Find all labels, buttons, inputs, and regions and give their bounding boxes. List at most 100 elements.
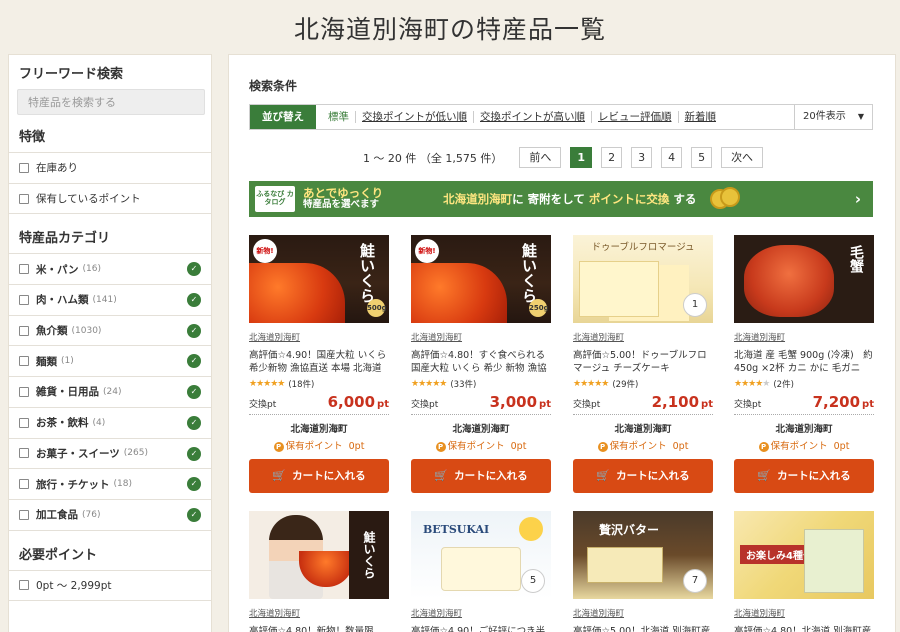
- checkbox[interactable]: [19, 580, 29, 591]
- product-image[interactable]: お楽しみ4種セット: [734, 511, 874, 599]
- product-card: 鮭いくら 新物! 250g 北海道別海町高評価☆4.80！すぐ食べられる 国産大粒 い…: [411, 235, 551, 493]
- expand-chevron-icon[interactable]: ✓: [187, 446, 201, 461]
- category-item[interactable]: 米・パン (16) ✓: [9, 254, 211, 286]
- expand-chevron-icon[interactable]: ✓: [187, 323, 201, 338]
- checkbox[interactable]: [19, 294, 29, 305]
- owned-points: P 保有ポイント 0pt: [249, 438, 389, 452]
- product-description[interactable]: 高評価☆5.00！北海道 別海町産 グ: [573, 625, 713, 632]
- expand-chevron-icon[interactable]: ✓: [187, 354, 201, 369]
- product-image[interactable]: ドゥーブルフロマージュ 1: [573, 235, 713, 323]
- seller-link[interactable]: 北海道別海町: [249, 331, 389, 343]
- sort-points-high[interactable]: 交換ポイントが高い順: [474, 111, 592, 123]
- sort-points-low[interactable]: 交換ポイントが低い順: [356, 111, 474, 123]
- thumb-text: 鮭いくら: [349, 511, 389, 599]
- seller-link[interactable]: 北海道別海町: [249, 607, 389, 619]
- search-input[interactable]: [17, 89, 205, 115]
- price-label: 交換pt: [573, 400, 601, 410]
- filter-in-stock[interactable]: 在庫あり: [9, 153, 211, 184]
- page-1-button[interactable]: 1: [570, 147, 593, 168]
- expand-chevron-icon[interactable]: ✓: [187, 415, 201, 430]
- seller-link[interactable]: 北海道別海町: [573, 331, 713, 343]
- thumb-text: BETSUKAI: [423, 523, 490, 536]
- product-image[interactable]: 毛蟹: [734, 235, 874, 323]
- prev-page-button[interactable]: 前へ: [519, 147, 562, 168]
- review-count[interactable]: (2件): [773, 378, 794, 390]
- category-item[interactable]: 旅行・チケット (18) ✓: [9, 469, 211, 500]
- checkbox[interactable]: [19, 417, 29, 428]
- catalog-banner[interactable]: ふるなび カタログ あとでゆっくり 特産品を選べます 北海道別海町に 寄附をして…: [249, 181, 873, 217]
- checkbox[interactable]: [19, 356, 29, 367]
- seller-link[interactable]: 北海道別海町: [573, 607, 713, 619]
- add-to-cart-button[interactable]: 🛒 カートに入れる: [411, 459, 551, 493]
- product-image[interactable]: 鮭いくら 新物! 250g: [411, 235, 551, 323]
- checkbox[interactable]: [19, 162, 29, 173]
- checkbox[interactable]: [19, 193, 29, 204]
- product-description[interactable]: 高評価☆4.90！国産大粒 いくら 希少新物 漁協直送 本場 北海道 い…: [249, 349, 389, 375]
- seller-link[interactable]: 北海道別海町: [411, 331, 551, 343]
- category-item[interactable]: 麺類 (1) ✓: [9, 346, 211, 378]
- checkbox[interactable]: [19, 479, 29, 490]
- price-value: 6,000 pt: [327, 393, 389, 411]
- filter-points-range[interactable]: 0pt 〜 2,999pt: [9, 571, 211, 602]
- checkbox[interactable]: [19, 386, 29, 397]
- product-image[interactable]: BETSUKAI 5: [411, 511, 551, 599]
- product-description[interactable]: 高評価☆4.90！ご好評につき半年: [411, 625, 551, 632]
- product-description[interactable]: 高評価☆4.80！北海道 別海町産 バ: [734, 625, 874, 632]
- category-item[interactable]: 雑貨・日用品 (24) ✓: [9, 377, 211, 408]
- product-card: お楽しみ4種セット北海道別海町高評価☆4.80！北海道 別海町産 バ: [734, 511, 874, 632]
- checkbox[interactable]: [19, 325, 29, 336]
- review-count[interactable]: (33件): [450, 378, 476, 390]
- category-item[interactable]: お菓子・スイーツ (265) ✓: [9, 439, 211, 470]
- card-seller: 北海道別海町: [290, 424, 348, 435]
- product-description[interactable]: 高評価☆4.80！すぐ食べられる 国産大粒 いくら 希少 新物 漁協直…: [411, 349, 551, 375]
- sort-button[interactable]: 並び替え: [250, 105, 316, 129]
- thumb-badge: 新物!: [253, 239, 277, 263]
- expand-chevron-icon[interactable]: ✓: [187, 262, 201, 277]
- review-count[interactable]: (18件): [288, 378, 314, 390]
- next-page-button[interactable]: 次へ: [721, 147, 764, 168]
- product-image[interactable]: 鮭いくら 新物! 500g: [249, 235, 389, 323]
- category-item[interactable]: 加工食品 (76) ✓: [9, 500, 211, 531]
- per-page-select[interactable]: 20件表示 ▼: [794, 105, 872, 129]
- category-item[interactable]: 魚介類 (1030) ✓: [9, 316, 211, 347]
- review-count[interactable]: (29件): [612, 378, 638, 390]
- expand-chevron-icon[interactable]: ✓: [187, 507, 201, 522]
- checkbox[interactable]: [19, 509, 29, 520]
- filter-owned-points[interactable]: 保有しているポイント: [9, 184, 211, 215]
- catalog-tag: ふるなび カタログ: [255, 186, 295, 212]
- seller-link[interactable]: 北海道別海町: [411, 607, 551, 619]
- point-icon: P: [273, 442, 284, 452]
- category-label: お茶・飲料: [36, 417, 89, 430]
- product-description[interactable]: 北海道 産 毛蟹 900g (冷凍) 約450g ×2杯 カニ かに 毛ガニ け…: [734, 349, 874, 375]
- checkbox[interactable]: [19, 264, 29, 275]
- sort-standard[interactable]: 標準: [322, 111, 356, 123]
- price-value: 7,200 pt: [812, 393, 874, 411]
- product-image[interactable]: 鮭いくら: [249, 511, 389, 599]
- points-heading: 必要ポイント: [9, 541, 211, 571]
- category-label: お菓子・スイーツ: [36, 447, 120, 460]
- category-count: (16): [82, 264, 102, 275]
- thumb-number: 5: [521, 569, 545, 593]
- add-to-cart-button[interactable]: 🛒 カートに入れる: [573, 459, 713, 493]
- expand-chevron-icon[interactable]: ✓: [187, 385, 201, 400]
- category-item[interactable]: お茶・飲料 (4) ✓: [9, 408, 211, 439]
- page-3-button[interactable]: 3: [631, 147, 653, 168]
- expand-chevron-icon[interactable]: ✓: [187, 293, 201, 308]
- expand-chevron-icon[interactable]: ✓: [187, 477, 201, 492]
- category-item[interactable]: 肉・ハム類 (141) ✓: [9, 285, 211, 316]
- sort-review[interactable]: レビュー評価順: [592, 111, 679, 123]
- add-to-cart-button[interactable]: 🛒 カートに入れる: [249, 459, 389, 493]
- rating: ★★★★★ (2件): [734, 378, 874, 390]
- seller-link[interactable]: 北海道別海町: [734, 607, 874, 619]
- checkbox[interactable]: [19, 448, 29, 459]
- product-image[interactable]: 贅沢バター 7: [573, 511, 713, 599]
- sort-newest[interactable]: 新着順: [679, 111, 723, 123]
- filter-label: 在庫あり: [36, 162, 78, 175]
- product-description[interactable]: 高評価☆5.00！ドゥーブルフロマージュ チーズケーキ 12cm×1…: [573, 349, 713, 375]
- page-5-button[interactable]: 5: [691, 147, 713, 168]
- add-to-cart-button[interactable]: 🛒 カートに入れる: [734, 459, 874, 493]
- seller-link[interactable]: 北海道別海町: [734, 331, 874, 343]
- product-description[interactable]: 高評価☆4.80！新物！数量限定！: [249, 625, 389, 632]
- page-2-button[interactable]: 2: [601, 147, 623, 168]
- page-4-button[interactable]: 4: [661, 147, 683, 168]
